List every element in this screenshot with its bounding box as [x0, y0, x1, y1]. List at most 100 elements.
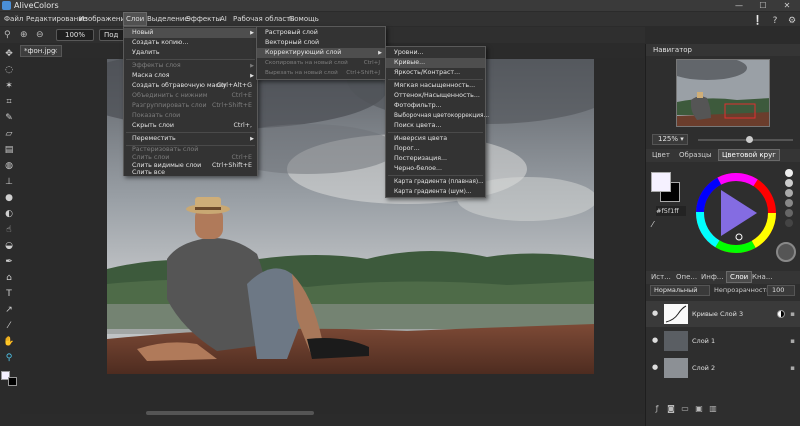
text-tool-icon[interactable]: T: [3, 288, 15, 300]
navigator-zoom-handle[interactable]: [746, 136, 753, 143]
adj-gradient-map-smooth[interactable]: Карта градиента (плавная)...: [386, 177, 485, 187]
navigator-preview[interactable]: [676, 59, 770, 127]
menu-item-merge-down[interactable]: Объединить с нижним Ctrl+E: [124, 91, 257, 101]
navigator-zoom-dropdown[interactable]: 125% ▾: [652, 134, 688, 145]
visibility-eye-icon[interactable]: ●: [652, 310, 659, 317]
adj-hue-saturation[interactable]: Оттенок/Насыщенность...: [386, 91, 485, 101]
menu-item-layer-effects[interactable]: Эффекты слоя ▶: [124, 61, 257, 71]
visibility-eye-icon[interactable]: ●: [652, 364, 659, 371]
menu-item-clipping-mask[interactable]: Создать обтравочную маску Ctrl+Alt+G: [124, 81, 257, 91]
submenu-vector-layer[interactable]: Векторный слой: [257, 38, 385, 48]
menu-ai[interactable]: AI: [218, 12, 229, 26]
adj-posterize[interactable]: Постеризация...: [386, 154, 485, 164]
opacity-field[interactable]: 100: [767, 285, 795, 296]
lock-icon[interactable]: ▪: [790, 301, 795, 327]
settings-icon[interactable]: ⚙: [785, 14, 799, 28]
hand-tool-icon[interactable]: ✋: [3, 336, 15, 348]
zoom-in-icon[interactable]: ⊕: [20, 29, 32, 41]
tab-color-wheel[interactable]: Цветовой круг: [718, 149, 780, 161]
menu-item-rasterize[interactable]: Растеризовать слой: [124, 146, 257, 154]
delete-layer-icon[interactable]: ▥: [708, 404, 718, 414]
smudge-tool-icon[interactable]: ☝: [3, 224, 15, 236]
new-layer-icon[interactable]: ▣: [694, 404, 704, 414]
adj-selective-color[interactable]: Выборочная цветокоррекция...: [386, 111, 489, 121]
menu-item-show-layers[interactable]: Показать слои: [124, 111, 257, 121]
shape-tool-icon[interactable]: ⌂: [3, 272, 15, 284]
eyedropper-icon[interactable]: ⁄: [652, 220, 662, 230]
menu-item-ungroup[interactable]: Разгруппировать слои Ctrl+Shift+E: [124, 101, 257, 111]
menu-item-merge-layers[interactable]: Слить слои Ctrl+E: [124, 154, 257, 162]
adj-vibrance[interactable]: Мягкая насыщенность...: [386, 81, 485, 91]
gradient-tool-icon[interactable]: ▤: [3, 144, 15, 156]
close-button[interactable]: ✕: [776, 0, 798, 11]
minimize-button[interactable]: —: [728, 0, 750, 11]
layer-row[interactable]: ● Слой 1 ▪: [646, 328, 800, 354]
adj-color-lookup[interactable]: Поиск цвета...: [386, 121, 485, 131]
document-tab[interactable]: *фон.jpg ×: [20, 45, 62, 57]
foreground-color-swatch[interactable]: [651, 172, 671, 192]
color-well-icon[interactable]: [776, 242, 796, 262]
adj-brightness-contrast[interactable]: Яркость/Контраст...: [386, 68, 485, 78]
layer-row[interactable]: ● Слой 2 ▪: [646, 355, 800, 381]
color-wheel[interactable]: [695, 172, 777, 254]
help-icon[interactable]: ?: [768, 14, 782, 28]
move-tool-icon[interactable]: ✥: [3, 48, 15, 60]
adj-black-white[interactable]: Черно-белое...: [386, 164, 485, 174]
menu-item-duplicate[interactable]: Создать копию...: [124, 38, 257, 48]
menu-layers[interactable]: Слои: [123, 12, 148, 26]
tab-history[interactable]: Ист...: [648, 271, 674, 283]
menu-item-hide-layers[interactable]: Скрыть слои Ctrl+,: [124, 121, 257, 131]
adj-levels[interactable]: Уровни...: [386, 48, 485, 58]
submenu-cut-to-new-layer[interactable]: Вырезать на новый слой Ctrl+Shift+J: [257, 68, 385, 78]
fit-screen-button[interactable]: Под р: [99, 29, 125, 41]
pen-tool-icon[interactable]: ✒: [3, 256, 15, 268]
close-tab-icon[interactable]: ×: [52, 46, 58, 56]
magic-wand-icon[interactable]: ✶: [3, 80, 15, 92]
layer-effects-icon[interactable]: ƒ: [652, 404, 662, 414]
zoom-out-icon[interactable]: ⊖: [36, 29, 48, 41]
background-swatch[interactable]: [8, 377, 17, 386]
lock-icon[interactable]: ▪: [790, 328, 795, 354]
submenu-copy-to-new-layer[interactable]: Скопировать на новый слой Ctrl+J: [257, 58, 385, 68]
lock-icon[interactable]: ▪: [790, 355, 795, 381]
crop-tool-icon[interactable]: ⌗: [3, 96, 15, 108]
menu-help[interactable]: Помощь: [287, 12, 321, 26]
menu-item-move[interactable]: Переместить ▶: [124, 134, 257, 144]
color-history-column[interactable]: [783, 168, 795, 230]
eyedropper-tool-icon[interactable]: ⁄: [3, 320, 15, 332]
zoom-value-field[interactable]: 100%: [56, 29, 94, 41]
submenu-raster-layer[interactable]: Растровый слой: [257, 28, 385, 38]
horizontal-scrollbar[interactable]: [146, 411, 314, 415]
notification-icon[interactable]: ❕: [751, 14, 765, 28]
maximize-button[interactable]: ☐: [752, 0, 774, 11]
layer-mask-icon[interactable]: ◙: [666, 404, 676, 414]
adj-invert[interactable]: Инверсия цвета: [386, 134, 485, 144]
submenu-adjustment-layer[interactable]: Корректирующий слой ▶: [257, 48, 385, 58]
adj-threshold[interactable]: Порог...: [386, 144, 485, 154]
tab-channels[interactable]: Кна...: [749, 271, 776, 283]
fill-tool-icon[interactable]: ◍: [3, 160, 15, 172]
menu-file[interactable]: Файл: [2, 12, 25, 26]
zoom-tool-icon[interactable]: ⚲: [3, 352, 15, 364]
path-tool-icon[interactable]: ↗: [3, 304, 15, 316]
hex-color-field[interactable]: #f5f1ff: [656, 206, 686, 216]
brush-tool-icon[interactable]: ✎: [3, 112, 15, 124]
tab-swatches[interactable]: Образцы: [676, 149, 715, 161]
menu-item-flatten[interactable]: Слить все: [124, 169, 257, 176]
adj-curves[interactable]: Кривые...: [386, 58, 485, 68]
dodge-tool-icon[interactable]: ◐: [3, 208, 15, 220]
visibility-eye-icon[interactable]: ●: [652, 337, 659, 344]
sponge-tool-icon[interactable]: ◒: [3, 240, 15, 252]
blend-mode-dropdown[interactable]: Нормальный: [650, 285, 710, 296]
layer-row[interactable]: ● Кривые Слой 3 ▪: [646, 301, 800, 327]
tab-info[interactable]: Инф...: [698, 271, 726, 283]
menu-item-layer-mask[interactable]: Маска слоя ▶: [124, 71, 257, 81]
tab-operations[interactable]: Опе...: [673, 271, 700, 283]
stamp-tool-icon[interactable]: ⊥: [3, 176, 15, 188]
tab-color[interactable]: Цвет: [649, 149, 673, 161]
eraser-tool-icon[interactable]: ▱: [3, 128, 15, 140]
menu-item-new[interactable]: Новый ▶: [124, 28, 257, 38]
adj-gradient-map-noise[interactable]: Карта градиента (шум)...: [386, 187, 485, 197]
new-group-icon[interactable]: ▭: [680, 404, 690, 414]
blur-tool-icon[interactable]: ●: [3, 192, 15, 204]
